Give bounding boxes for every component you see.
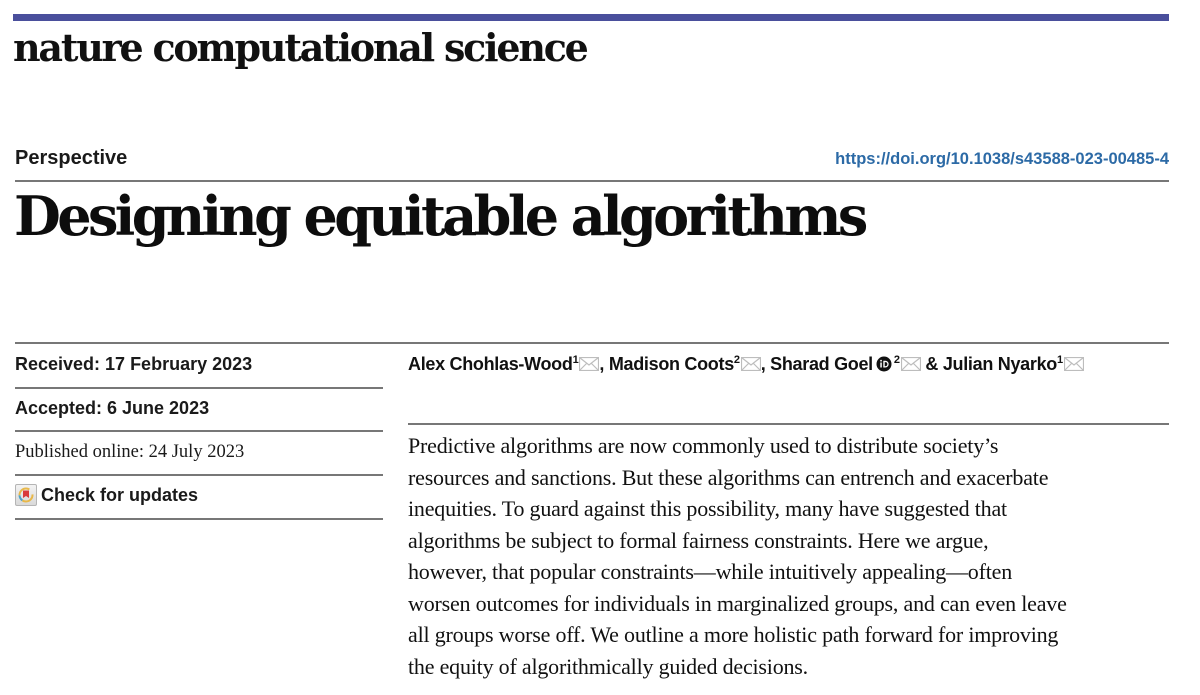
abstract-line: the equity of algorithmically guided dec… bbox=[408, 653, 808, 679]
orcid-icon[interactable] bbox=[876, 354, 892, 378]
abstract-line: all groups worse off. We outline a more … bbox=[408, 622, 1059, 647]
abstract-line: however, that popular constraints—while … bbox=[408, 559, 1013, 584]
check-for-updates-button[interactable]: Check for updates bbox=[15, 484, 198, 506]
meta-top-divider bbox=[15, 342, 1169, 344]
email-icon[interactable] bbox=[1063, 353, 1084, 377]
author-list: Alex Chohlas-Wood1, Madison Coots2, Shar… bbox=[408, 352, 1084, 378]
meta-divider bbox=[15, 387, 383, 389]
abstract-line: resources and sanctions. But these algor… bbox=[408, 464, 1049, 490]
author-affiliation[interactable]: 1 bbox=[573, 354, 579, 366]
meta-divider bbox=[15, 430, 383, 432]
abstract-line: Predictive algorithms are now commonly u… bbox=[408, 433, 999, 458]
received-date: Received: 17 February 2023 bbox=[15, 354, 253, 374]
doi-link[interactable]: https://doi.org/10.1038/s43588-023-00485… bbox=[835, 149, 1169, 169]
abstract-line: algorithms be subject to formal fairness… bbox=[408, 527, 989, 553]
author-name[interactable]: Sharad Goel bbox=[770, 354, 873, 374]
author-affiliation[interactable]: 1 bbox=[1057, 354, 1063, 366]
abstract-divider bbox=[408, 423, 1169, 425]
crossmark-icon bbox=[15, 484, 37, 506]
author-separator: , bbox=[599, 354, 609, 374]
article-type-label: Perspective bbox=[15, 147, 128, 169]
email-icon[interactable] bbox=[900, 353, 921, 377]
check-for-updates-label: Check for updates bbox=[41, 485, 199, 505]
author-separator: , bbox=[760, 354, 771, 374]
abstract-line: worsen outcomes for individuals in margi… bbox=[408, 590, 1067, 616]
author-affiliation[interactable]: 2 bbox=[734, 354, 740, 366]
author-affiliation[interactable]: 2 bbox=[894, 354, 900, 366]
journal-brand-bar bbox=[13, 14, 1169, 21]
abstract: Predictive algorithms are now commonly u… bbox=[408, 430, 1178, 682]
email-icon[interactable] bbox=[579, 353, 600, 377]
article-title: Designing equitable algorithms bbox=[14, 184, 868, 248]
published-date: Published online: 24 July 2023 bbox=[15, 442, 245, 462]
author-name[interactable]: Alex Chohlas-Wood bbox=[408, 354, 573, 374]
author-name[interactable]: Madison Coots bbox=[609, 354, 734, 374]
journal-title: nature computational science bbox=[13, 25, 589, 70]
accepted-date: Accepted: 6 June 2023 bbox=[15, 398, 210, 418]
abstract-line: inequities. To guard against this possib… bbox=[408, 496, 1007, 521]
author-name[interactable]: Julian Nyarko bbox=[943, 354, 1057, 374]
meta-divider bbox=[15, 474, 383, 476]
email-icon[interactable] bbox=[740, 353, 761, 377]
author-separator: & bbox=[920, 354, 943, 374]
meta-divider bbox=[15, 518, 383, 520]
